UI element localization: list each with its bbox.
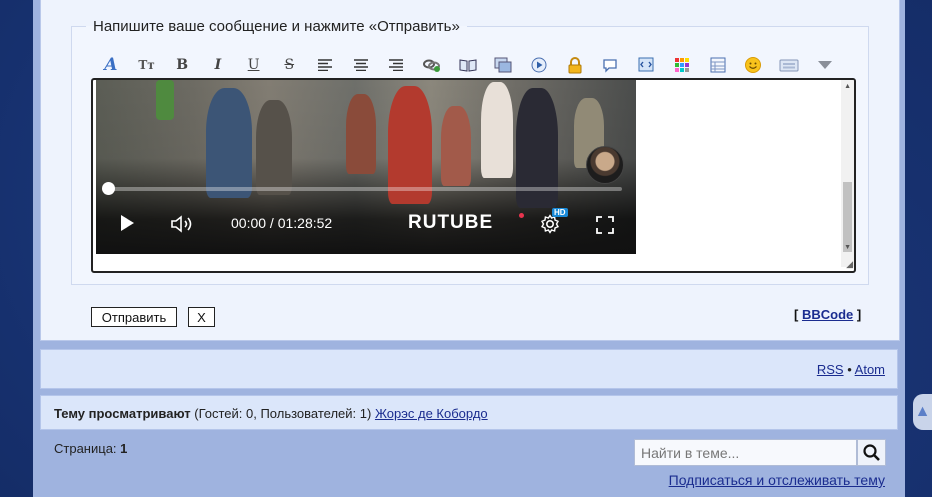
- editor-toolbar: A Tт B I U S: [93, 52, 853, 78]
- fullscreen-icon[interactable]: [596, 216, 614, 237]
- pagination-current[interactable]: 1: [120, 441, 127, 456]
- video-progress-bar[interactable]: [108, 187, 622, 191]
- font-size-icon[interactable]: Tт: [129, 54, 165, 76]
- rss-link[interactable]: RSS: [817, 362, 844, 377]
- bbcode-bracket-close: ]: [856, 307, 862, 322]
- viewer-user-link[interactable]: Жорэс де Кобордо: [375, 406, 488, 421]
- pagination: Страница: 1: [54, 441, 127, 456]
- quote-icon[interactable]: [593, 54, 629, 76]
- message-textarea[interactable]: 00:00 / 01:28:52 RUTUBE HD ▲ ▼ ◢: [91, 78, 856, 273]
- feeds-bar: RSS • Atom: [40, 349, 898, 389]
- play-icon[interactable]: [120, 214, 135, 235]
- resize-handle-icon[interactable]: ◢: [846, 259, 853, 270]
- code-icon[interactable]: [628, 54, 664, 76]
- scrollbar-thumb[interactable]: [843, 182, 852, 252]
- viewers-label: Тему просматривают: [54, 406, 191, 421]
- lock-icon[interactable]: [557, 54, 593, 76]
- video-seek-knob[interactable]: [102, 182, 115, 195]
- pagination-label: Страница:: [54, 441, 117, 456]
- keyboard-icon[interactable]: [771, 54, 807, 76]
- smiley-icon[interactable]: [735, 54, 771, 76]
- scroll-down-icon[interactable]: ▼: [844, 244, 851, 251]
- italic-icon[interactable]: I: [200, 54, 236, 76]
- channel-avatar[interactable]: [586, 146, 624, 184]
- bbcode-link[interactable]: BBCode: [802, 307, 853, 322]
- viewers-counts: (Гостей: 0, Пользователей: 1): [194, 406, 372, 421]
- reply-form: Напишите ваше сообщение и нажмите «Отпра…: [40, 0, 900, 341]
- align-left-icon[interactable]: [307, 54, 343, 76]
- bold-icon[interactable]: B: [164, 54, 200, 76]
- font-icon[interactable]: A: [93, 54, 129, 76]
- scroll-to-top-button[interactable]: ▲: [913, 394, 932, 430]
- more-dropdown-icon[interactable]: [807, 54, 843, 76]
- link-icon[interactable]: [414, 54, 450, 76]
- bbcode-help: [ BBCode ]: [794, 307, 861, 322]
- table-icon[interactable]: [700, 54, 736, 76]
- forum-page: Напишите ваше сообщение и нажмите «Отпра…: [33, 0, 905, 497]
- feed-links: RSS • Atom: [817, 362, 885, 377]
- media-icon[interactable]: [521, 54, 557, 76]
- color-icon[interactable]: [664, 54, 700, 76]
- settings-gear-icon[interactable]: [540, 214, 560, 237]
- align-right-icon[interactable]: [379, 54, 415, 76]
- search-icon: [863, 444, 880, 461]
- rutube-video-player[interactable]: 00:00 / 01:28:52 RUTUBE HD: [96, 80, 636, 254]
- volume-icon[interactable]: [170, 215, 194, 236]
- viewers-bar: Тему просматривают (Гостей: 0, Пользоват…: [40, 395, 898, 430]
- bbcode-bracket-open: [: [794, 307, 799, 322]
- underline-icon[interactable]: U: [236, 54, 272, 76]
- feed-separator: •: [847, 362, 852, 377]
- cancel-button[interactable]: X: [188, 307, 215, 327]
- subscribe-link[interactable]: Подписаться и отслеживать тему: [669, 472, 885, 488]
- textarea-scrollbar[interactable]: ▲ ▼: [841, 80, 854, 267]
- rutube-logo-dot: [519, 213, 524, 218]
- arrow-up-icon: ▲: [914, 403, 931, 420]
- rutube-logo[interactable]: RUTUBE: [408, 212, 493, 234]
- submit-button[interactable]: Отправить: [91, 307, 177, 327]
- search-button[interactable]: [857, 439, 886, 466]
- strikethrough-icon[interactable]: S: [271, 54, 307, 76]
- image-icon[interactable]: [486, 54, 522, 76]
- video-time: 00:00 / 01:28:52: [231, 215, 333, 231]
- align-center-icon[interactable]: [343, 54, 379, 76]
- editor-legend: Напишите ваше сообщение и нажмите «Отпра…: [93, 18, 460, 35]
- scroll-up-icon[interactable]: ▲: [844, 83, 851, 90]
- thread-search-input[interactable]: [634, 439, 857, 466]
- book-icon[interactable]: [450, 54, 486, 76]
- atom-link[interactable]: Atom: [855, 362, 885, 377]
- hd-badge: HD: [552, 208, 568, 217]
- viewers-info: Тему просматривают (Гостей: 0, Пользоват…: [54, 406, 488, 421]
